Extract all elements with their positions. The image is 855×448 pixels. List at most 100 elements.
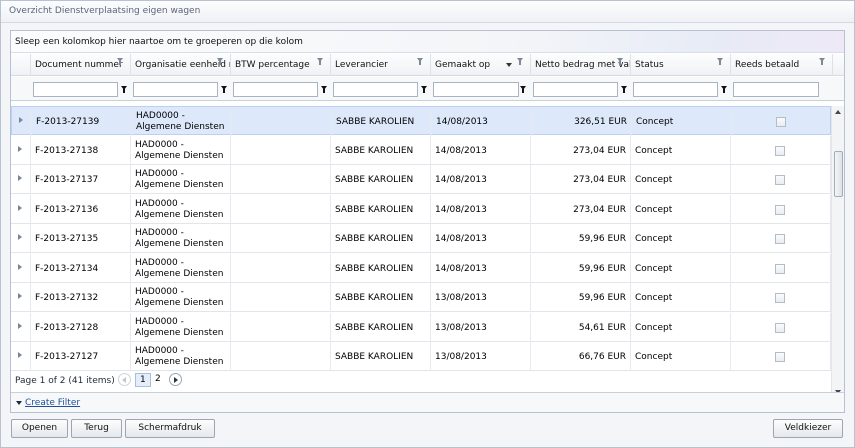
filter-expand-icon[interactable] <box>16 401 22 405</box>
column-filter-icon[interactable] <box>819 58 826 66</box>
expand-row-icon[interactable] <box>19 117 23 123</box>
supplier-cell-value: SABBE KAROLIEN <box>336 117 415 127</box>
net-amount-cell: 59,96 EUR <box>531 224 631 253</box>
filter-input[interactable] <box>133 82 218 97</box>
column-filter-icon[interactable] <box>717 58 724 66</box>
filter-options-icon[interactable] <box>621 86 628 94</box>
column-header-document-nummer[interactable]: Document nummer <box>31 54 131 76</box>
column-header-gemaakt-op[interactable]: Gemaakt op <box>431 54 531 76</box>
paid-checkbox[interactable] <box>775 234 785 244</box>
scroll-thumb[interactable] <box>834 151 843 197</box>
table-row[interactable]: F-2013-27132 HAD0000 - Algemene Diensten SA… <box>11 283 831 312</box>
table-row[interactable]: F-2013-27134 HAD0000 - Algemene Diensten SA… <box>11 253 831 283</box>
group-by-panel[interactable]: Sleep een kolomkop hier naartoe om te gr… <box>11 31 844 53</box>
field-chooser-button[interactable]: Veldkiezer <box>773 419 843 438</box>
expand-row-icon[interactable] <box>18 322 22 329</box>
status-cell: Concept <box>631 165 731 194</box>
filter-options-icon[interactable] <box>321 86 328 94</box>
status-cell-value: Concept <box>636 117 674 127</box>
column-header-leverancier[interactable]: Leverancier <box>331 54 431 76</box>
net-amount-cell-value: 273,04 EUR <box>573 145 626 156</box>
expand-row-icon[interactable] <box>18 352 22 358</box>
created-date-cell-value: 14/08/2013 <box>436 117 488 127</box>
column-header-reeds-betaald[interactable]: Reeds betaald <box>731 54 833 76</box>
document-number-cell-value: F-2013-27136 <box>35 204 99 215</box>
filter-input[interactable] <box>333 82 418 97</box>
supplier-cell: SABBE KAROLIEN <box>331 165 431 194</box>
organisation-cell: HAD0000 - Algemene Diensten <box>131 224 231 253</box>
window: Overzicht Dienstverplaatsing eigen wagen… <box>0 0 855 448</box>
scroll-up-icon[interactable] <box>835 110 841 114</box>
paid-checkbox[interactable] <box>775 263 785 274</box>
expand-row-icon[interactable] <box>18 234 22 240</box>
table-row[interactable]: F-2013-27135 HAD0000 - Algemene Diensten SA… <box>11 224 831 253</box>
next-page-icon[interactable] <box>169 373 182 386</box>
column-filter-icon[interactable] <box>117 58 124 66</box>
expand-row-icon[interactable] <box>18 175 22 181</box>
column-filter-icon[interactable] <box>417 58 424 66</box>
column-filter-icon[interactable] <box>617 58 624 66</box>
paid-checkbox[interactable] <box>775 352 785 362</box>
table-row[interactable]: F-2013-27128 HAD0000 - Algemene Diensten SA… <box>11 312 831 342</box>
column-header-status[interactable]: Status <box>631 54 731 76</box>
document-number-cell-value: F-2013-27138 <box>35 145 99 156</box>
status-cell-value: Concept <box>635 322 673 333</box>
filter-options-icon[interactable] <box>421 86 428 94</box>
table-row[interactable]: F-2013-27138 HAD0000 - Algemene Diensten SA… <box>11 135 831 165</box>
column-filter-icon[interactable] <box>217 58 224 66</box>
created-date-cell-value: 14/08/2013 <box>435 263 487 274</box>
page-1-button[interactable]: 1 <box>135 373 151 387</box>
organisation-cell: HAD0000 - Algemene Diensten <box>131 253 231 283</box>
table-row[interactable]: F-2013-27136 HAD0000 - Algemene Diensten SA… <box>11 194 831 224</box>
document-number-cell-value: F-2013-27127 <box>35 352 99 362</box>
created-date-cell-value: 14/08/2013 <box>435 204 487 215</box>
filter-dropdown[interactable] <box>733 82 819 97</box>
expand-row-icon[interactable] <box>18 263 22 270</box>
status-cell: Concept <box>631 342 731 371</box>
create-filter-link[interactable]: Create Filter <box>25 398 80 408</box>
column-header-btw-percentage[interactable]: BTW percentage <box>231 54 331 76</box>
filter-input[interactable] <box>633 82 718 97</box>
column-header-label: BTW percentage <box>235 60 310 70</box>
filter-options-icon[interactable] <box>721 86 728 94</box>
back-button[interactable]: Terug <box>71 419 122 438</box>
filter-options-icon[interactable] <box>221 86 228 94</box>
table-row[interactable]: F-2013-27127 HAD0000 - Algemene Diensten SA… <box>11 342 831 371</box>
vertical-scrollbar[interactable] <box>831 106 844 398</box>
paid-checkbox[interactable] <box>775 204 785 215</box>
expand-row-icon[interactable] <box>18 145 22 152</box>
print-screen-button[interactable]: Schermafdruk <box>125 419 215 438</box>
filter-dropdown[interactable] <box>433 82 519 97</box>
previous-page-icon[interactable] <box>118 373 131 386</box>
paid-checkbox[interactable] <box>776 117 786 127</box>
status-cell-value: Concept <box>635 352 673 362</box>
paid-checkbox[interactable] <box>775 293 785 303</box>
table-row[interactable]: F-2013-27137 HAD0000 - Algemene Diensten SA… <box>11 165 831 194</box>
created-date-cell-value: 13/08/2013 <box>435 322 487 333</box>
filter-options-icon[interactable] <box>520 86 527 94</box>
open-button[interactable]: Openen <box>11 419 68 438</box>
document-number-cell-value: F-2013-27128 <box>35 322 99 333</box>
column-header-label: Reeds betaald <box>735 60 800 70</box>
column-filter-icon[interactable] <box>317 58 324 66</box>
filter-input[interactable] <box>233 82 318 97</box>
expand-row-icon[interactable] <box>18 293 22 299</box>
column-header-organisatie-eenheid-na[interactable]: Organisatie eenheid na <box>131 54 231 76</box>
paid-checkbox[interactable] <box>775 175 785 185</box>
expand-cell <box>11 283 31 312</box>
expand-row-icon[interactable] <box>18 204 22 211</box>
filter-input[interactable] <box>33 82 118 97</box>
paid-checkbox[interactable] <box>775 145 785 156</box>
filter-input[interactable] <box>533 82 618 97</box>
organisation-name: Algemene Diensten <box>135 180 224 190</box>
column-header-netto-bedrag-met-valu[interactable]: Netto bedrag met valu <box>531 54 631 76</box>
filter-options-icon[interactable] <box>121 86 128 94</box>
column-filter-icon[interactable] <box>517 58 524 66</box>
created-date-cell: 14/08/2013 <box>431 253 531 283</box>
supplier-cell: SABBE KAROLIEN <box>331 283 431 312</box>
table-row[interactable]: F-2013-27139 HAD0000 - Algemene Diensten SA… <box>11 106 831 136</box>
supplier-cell: SABBE KAROLIEN <box>331 342 431 371</box>
page-2-button[interactable]: 2 <box>151 373 165 387</box>
paid-checkbox[interactable] <box>775 322 785 333</box>
organisation-code: HAD0000 - <box>135 169 184 179</box>
